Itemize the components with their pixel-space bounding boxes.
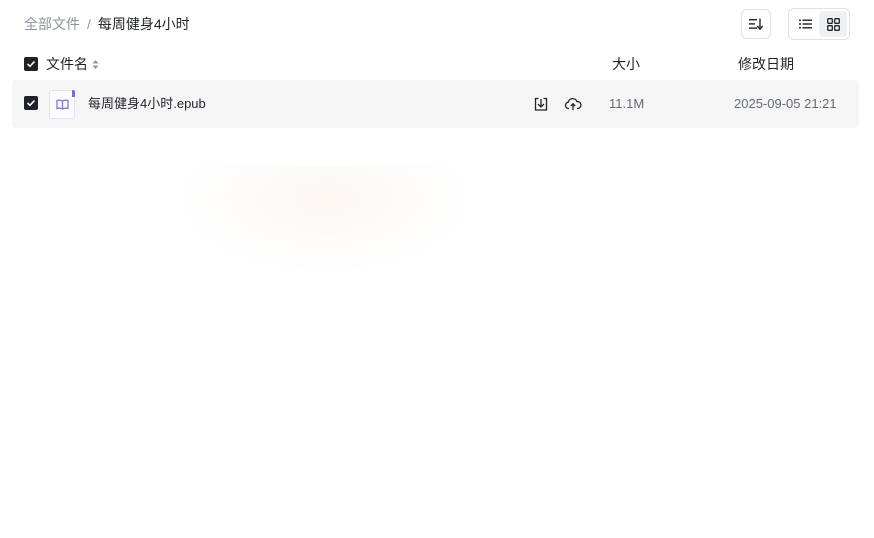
column-header-size: 大小: [612, 56, 640, 72]
select-all-checkbox[interactable]: [24, 57, 38, 71]
top-bar: 全部文件 / 每周健身4小时: [24, 8, 850, 40]
list-view-icon: [798, 19, 812, 29]
file-name[interactable]: 每周健身4小时.epub: [88, 96, 206, 112]
sort-button[interactable]: [741, 9, 771, 39]
checkmark-icon: [26, 60, 36, 68]
sort-descending-icon: [749, 18, 763, 30]
breadcrumb-root-link[interactable]: 全部文件: [24, 15, 80, 33]
breadcrumb-current-folder: 每周健身4小时: [97, 16, 190, 32]
breadcrumb: 全部文件 / 每周健身4小时: [24, 15, 190, 33]
cloud-upload-icon: [564, 97, 582, 111]
grid-view-button[interactable]: [819, 11, 847, 37]
background-decoration: [175, 165, 475, 275]
table-row[interactable]: 每周健身4小时.epub 11.1M 2025-09-05 21:21: [12, 80, 859, 128]
grid-view-icon: [826, 17, 840, 31]
checkmark-icon: [26, 99, 36, 107]
breadcrumb-separator: /: [87, 16, 91, 32]
ebook-file-icon: [49, 90, 75, 119]
file-browser-page: 全部文件 / 每周健身4小时 文件名 大小 修改日期 每周健身4小时.epub …: [0, 0, 874, 538]
column-header-modified: 修改日期: [738, 56, 794, 72]
sort-caret-icon: [92, 59, 99, 70]
list-view-button[interactable]: [791, 11, 819, 37]
row-checkbox[interactable]: [24, 96, 38, 110]
download-icon: [533, 96, 549, 112]
download-button[interactable]: [532, 95, 550, 113]
table-header: 文件名 大小 修改日期: [12, 48, 859, 80]
column-header-name[interactable]: 文件名: [46, 56, 99, 72]
save-to-cloud-button[interactable]: [564, 95, 582, 113]
file-modified-date: 2025-09-05 21:21: [734, 96, 837, 111]
ebook-icon: [55, 99, 69, 110]
column-header-name-label: 文件名: [46, 56, 88, 72]
view-mode-switch: [788, 8, 850, 40]
toolbar: [741, 8, 850, 40]
file-size: 11.1M: [609, 96, 645, 111]
